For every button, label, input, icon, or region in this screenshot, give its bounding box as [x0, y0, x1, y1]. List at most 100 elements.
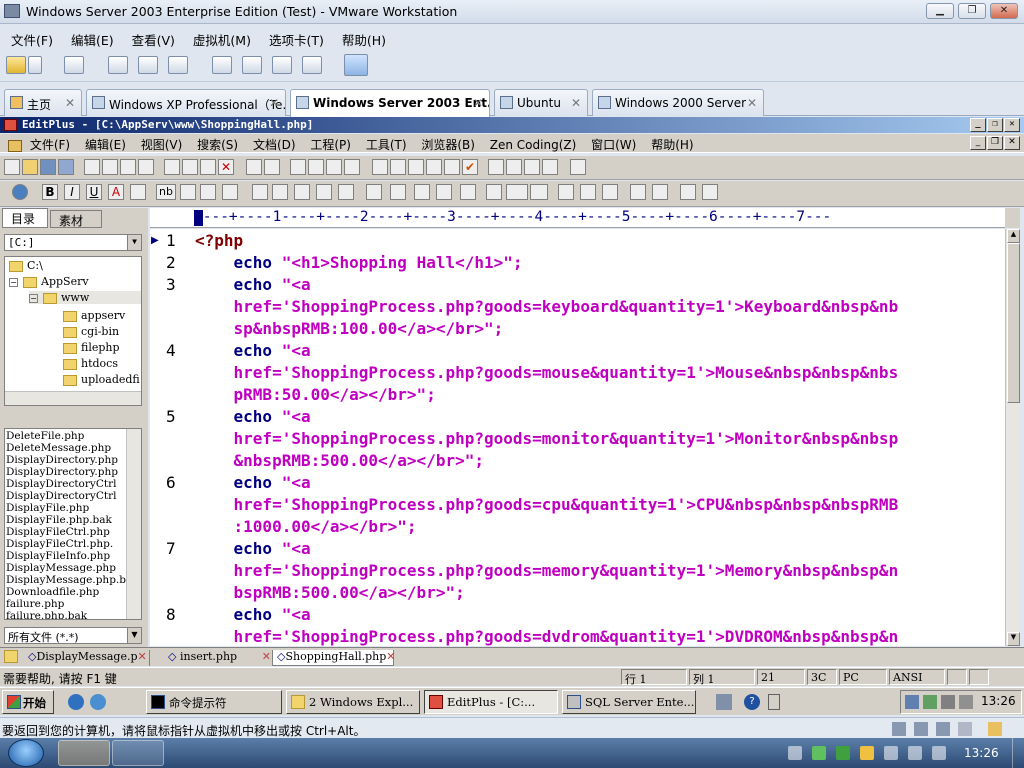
- open-folder-icon[interactable]: [22, 159, 38, 175]
- menu-tabs[interactable]: 选项卡(T): [258, 26, 331, 49]
- file-item[interactable]: failure.php: [6, 598, 141, 610]
- table-icon[interactable]: [366, 184, 382, 200]
- color-grid-icon[interactable]: [130, 184, 146, 200]
- word-wrap-icon[interactable]: [408, 159, 424, 175]
- code-line[interactable]: echo "<a: [195, 539, 311, 558]
- tray-expand-icon[interactable]: [768, 694, 780, 710]
- sidebar-icon[interactable]: [212, 56, 232, 74]
- ep-menu-tools[interactable]: 工具(T): [366, 134, 407, 153]
- network-adapter-icon[interactable]: [936, 722, 950, 736]
- file-item[interactable]: failure.php.bak: [6, 610, 141, 619]
- code-line[interactable]: href='ShoppingProcess.php?goods=keyboard…: [195, 297, 899, 316]
- menu-vm[interactable]: 虚拟机(M): [182, 26, 258, 49]
- font-size-icon[interactable]: [372, 159, 388, 175]
- ep-menu-edit[interactable]: 编辑(E): [85, 134, 126, 153]
- puzzle-icon[interactable]: [602, 184, 618, 200]
- tree-node[interactable]: uploadedfi: [63, 373, 140, 386]
- message-icon[interactable]: [988, 722, 1002, 736]
- menu-help[interactable]: 帮助(H): [331, 26, 393, 49]
- code-line[interactable]: pRMB:50.00</a></br>";: [195, 385, 436, 404]
- monitor-tray-icon[interactable]: [959, 695, 973, 709]
- scroll-down-icon[interactable]: ▼: [1007, 632, 1020, 646]
- save-all-icon[interactable]: [58, 159, 74, 175]
- cut-icon[interactable]: [164, 159, 180, 175]
- code-line[interactable]: <?php: [195, 231, 243, 250]
- line-break-icon[interactable]: [180, 184, 196, 200]
- code-line[interactable]: href='ShoppingProcess.php?goods=mouse&qu…: [195, 363, 899, 382]
- file-item[interactable]: DisplayFile.php: [6, 502, 141, 514]
- network-tray-icon[interactable]: [905, 695, 919, 709]
- code-line[interactable]: href='ShoppingProcess.php?goods=dvdrom&q…: [195, 627, 899, 646]
- ep-menu-document[interactable]: 文档(D): [253, 134, 296, 153]
- folder-tree[interactable]: C:\ − AppServ − www appserv cgi-bin fileph…: [4, 256, 142, 406]
- menu-edit[interactable]: 编辑(E): [60, 26, 121, 49]
- hex-icon[interactable]: [390, 159, 406, 175]
- show-desktop-button[interactable]: [1012, 738, 1024, 768]
- restore-button[interactable]: ❐: [987, 118, 1003, 132]
- volume-icon[interactable]: [932, 746, 946, 760]
- explorer-taskbar-icon[interactable]: [58, 740, 110, 766]
- comment-icon[interactable]: [338, 184, 354, 200]
- italic-icon[interactable]: I: [64, 184, 80, 200]
- new-file-icon[interactable]: [4, 159, 20, 175]
- ep-menu-search[interactable]: 搜索(S): [197, 134, 238, 153]
- check-icon[interactable]: [138, 159, 154, 175]
- close-button[interactable]: ✕: [1004, 118, 1020, 132]
- tree-node[interactable]: − AppServ: [9, 275, 89, 288]
- pre-icon[interactable]: [436, 184, 452, 200]
- ep-menu-zen-coding[interactable]: Zen Coding(Z): [490, 136, 577, 152]
- div-icon[interactable]: [506, 184, 528, 200]
- tab-cliptext[interactable]: 素材: [50, 210, 102, 228]
- tab-windows-2000[interactable]: Windows 2000 Server ✕: [592, 89, 764, 116]
- file-item[interactable]: DisplayFileInfo.php: [6, 550, 141, 562]
- drive-select[interactable]: [C:] ▼: [4, 234, 142, 251]
- tree-horizontal-scrollbar[interactable]: [5, 391, 141, 405]
- code-line[interactable]: echo "<a: [195, 341, 311, 360]
- print-icon[interactable]: [102, 159, 118, 175]
- font-color-icon[interactable]: A: [108, 184, 124, 200]
- goto-icon[interactable]: [326, 159, 342, 175]
- nbsp-icon[interactable]: nb: [156, 184, 176, 200]
- tree-node[interactable]: appserv: [63, 309, 125, 322]
- chevron-down-icon[interactable]: ▼: [127, 235, 141, 250]
- code-line[interactable]: href='ShoppingProcess.php?goods=monitor&…: [195, 429, 899, 448]
- code-line[interactable]: href='ShoppingProcess.php?goods=memory&q…: [195, 561, 899, 580]
- close-icon[interactable]: ✕: [386, 650, 395, 663]
- print-preview-icon[interactable]: [84, 159, 100, 175]
- collapse-icon[interactable]: −: [9, 278, 18, 287]
- chevron-down-icon[interactable]: [28, 56, 42, 74]
- close-icon[interactable]: ✕: [262, 650, 271, 663]
- taskbar-explorer-group[interactable]: 2 Windows Expl...: [286, 690, 420, 714]
- doc-tab[interactable]: ◇ insert.php ✕: [164, 650, 274, 666]
- security-tray-icon[interactable]: [923, 695, 937, 709]
- cdrom-icon[interactable]: [914, 722, 928, 736]
- doc-restore-button[interactable]: ❐: [987, 136, 1003, 150]
- usb-icon[interactable]: [958, 722, 972, 736]
- bold-icon[interactable]: B: [42, 184, 58, 200]
- code-line[interactable]: echo "<a: [195, 275, 311, 294]
- tray-icon-2[interactable]: [812, 746, 826, 760]
- paste-icon[interactable]: [200, 159, 216, 175]
- file-item[interactable]: DeleteFile.php: [6, 430, 141, 442]
- frame-icon[interactable]: [630, 184, 646, 200]
- scroll-thumb[interactable]: [1007, 243, 1020, 403]
- replace-icon[interactable]: [308, 159, 324, 175]
- code-line[interactable]: :1000.00</a></br>";: [195, 517, 417, 536]
- window-split-icon[interactable]: [702, 184, 718, 200]
- menu-view[interactable]: 查看(V): [121, 26, 182, 49]
- paragraph-icon[interactable]: [200, 184, 216, 200]
- save-icon[interactable]: [40, 159, 56, 175]
- vmware-tools-tray-icon[interactable]: [941, 695, 955, 709]
- close-icon[interactable]: ✕: [473, 96, 483, 110]
- close-icon[interactable]: ✕: [65, 96, 75, 110]
- tray-icon-1[interactable]: [788, 746, 802, 760]
- chevron-down-icon[interactable]: ▼: [127, 628, 141, 643]
- taskbar-sql-server[interactable]: SQL Server Ente...: [562, 690, 696, 714]
- form-icon[interactable]: [316, 184, 332, 200]
- spellcheck-icon[interactable]: [120, 159, 136, 175]
- copy-icon[interactable]: [182, 159, 198, 175]
- undo-icon[interactable]: [246, 159, 262, 175]
- minimize-button[interactable]: ▁: [926, 3, 954, 19]
- tab-home[interactable]: 主页 ✕: [4, 89, 82, 116]
- explorer-icon[interactable]: [90, 694, 106, 710]
